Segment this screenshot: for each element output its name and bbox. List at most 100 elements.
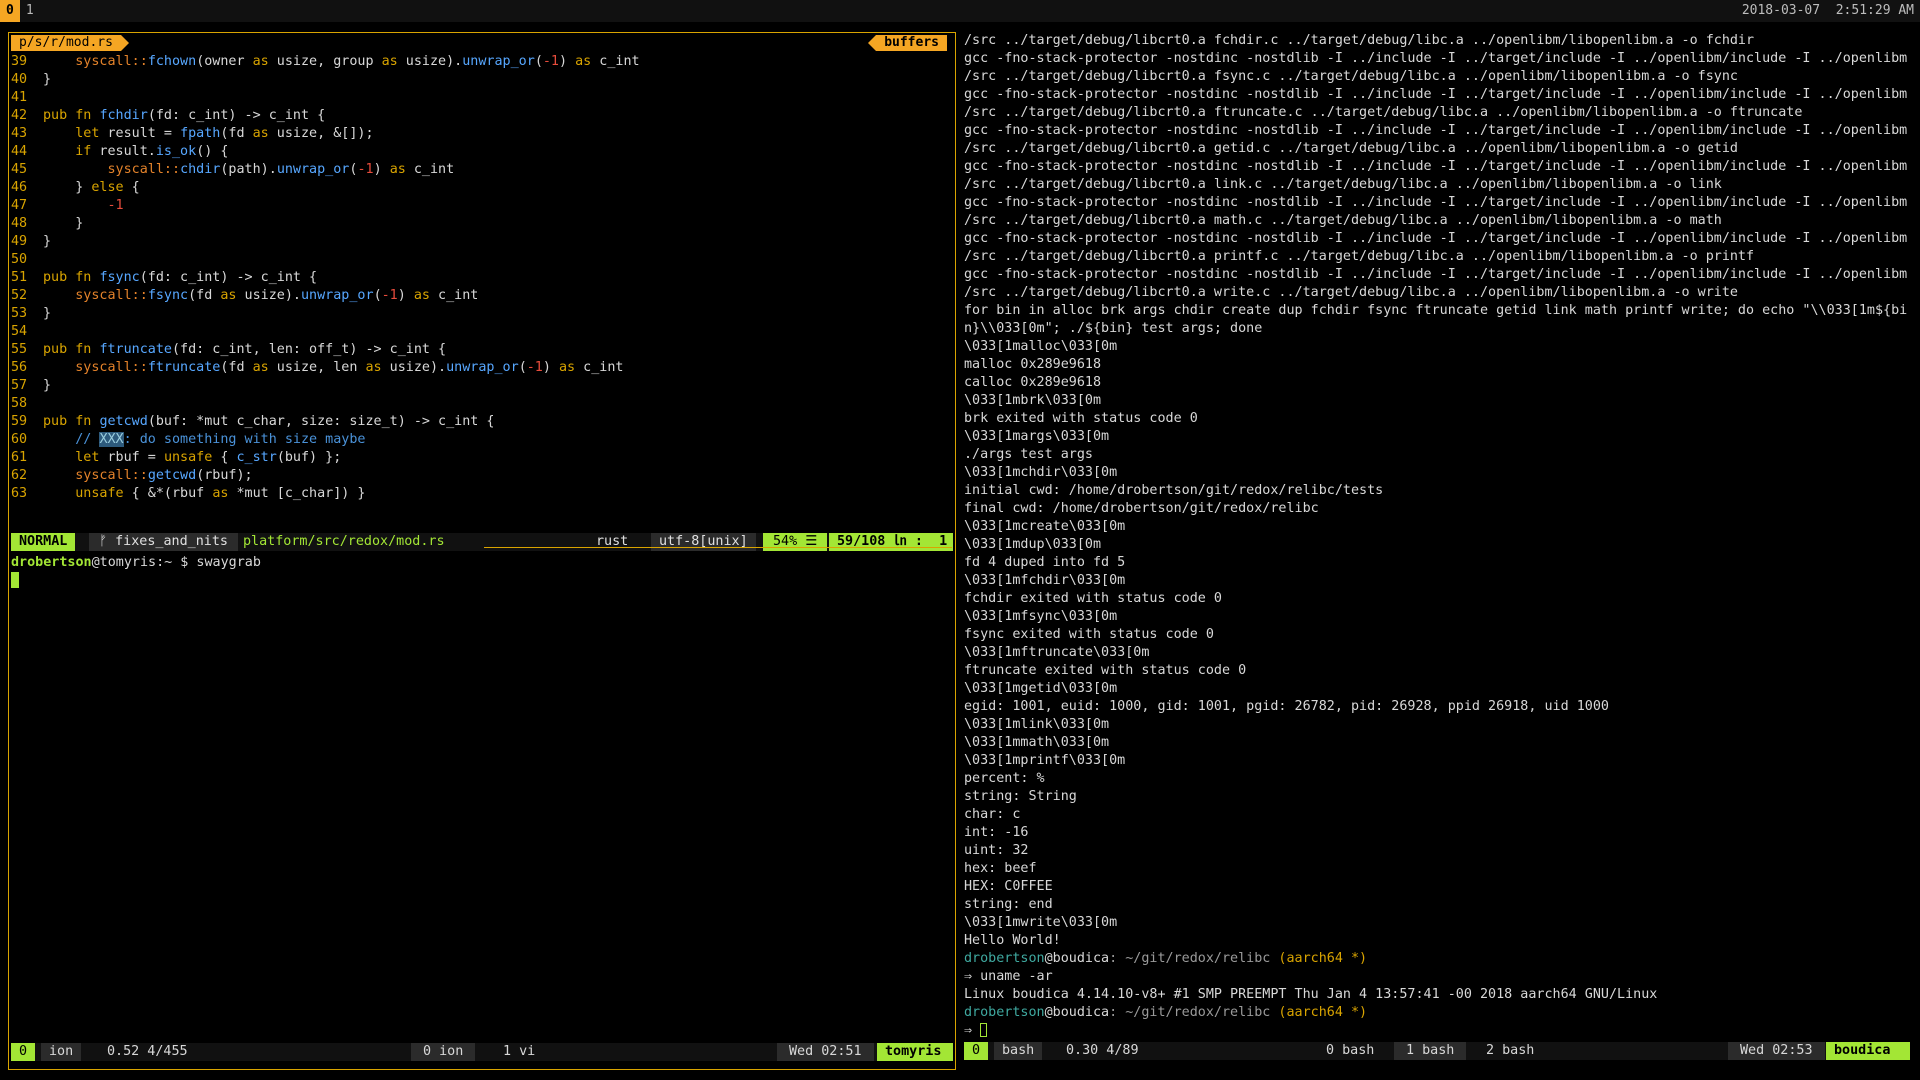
terminal-line: fsync exited with status code 0 [964, 627, 1214, 642]
code-line: 47 -1 [11, 197, 955, 215]
code-text: let result = fpath(fd as usize, &[]); [75, 126, 374, 141]
terminal-line: \033[1mfchdir\033[0m [964, 573, 1126, 588]
left-shell[interactable]: drobertson@tomyris:~ $ swaygrab [11, 554, 955, 590]
tmux-window-2[interactable]: 2 bash [1474, 1042, 1546, 1060]
tmux-window-0[interactable]: 0 bash [1314, 1042, 1386, 1060]
terminal-line: Hello World! [964, 933, 1061, 948]
vim-buffers-label: buffers [868, 35, 947, 51]
terminal-line: HEX: C0FFEE [964, 879, 1053, 894]
workspace-tabs: 0 1 [0, 0, 40, 22]
terminal-line: fchdir exited with status code 0 [964, 591, 1222, 606]
code-text: } [43, 72, 52, 87]
file-encoding: utf-8[unix] [651, 533, 756, 551]
terminal-line: \033[1mcreate\033[0m [964, 519, 1126, 534]
prompt-path: : ~/git/redox/relibc [1109, 951, 1271, 966]
terminal-line: \033[1mfsync\033[0m [964, 609, 1118, 624]
terminal-line: gcc -fno-stack-protector -nostdinc -nost… [964, 123, 1908, 138]
file-type: rust [596, 534, 629, 549]
terminal-line: gcc -fno-stack-protector -nostdinc -nost… [964, 195, 1908, 210]
line-number: 42 [11, 108, 28, 123]
terminal-line: gcc -fno-stack-protector -nostdinc -nost… [964, 51, 1908, 66]
terminal-input-line[interactable]: ⇒ [964, 1022, 1910, 1040]
tmux-session[interactable]: 0 [964, 1042, 989, 1060]
line-number: 52 [11, 288, 28, 303]
terminal-prompt: drobertson@boudica: ~/git/redox/relibc (… [964, 1004, 1910, 1022]
tmux-window-1[interactable]: 1 bash [1394, 1042, 1467, 1060]
workspace-tab-0[interactable]: 0 [0, 0, 20, 22]
code-text: pub fn fsync(fd: c_int) -> c_int { [43, 270, 318, 285]
workspace-tab-1[interactable]: 1 [20, 0, 40, 22]
terminal-line: uint: 32 [964, 843, 1029, 858]
right-terminal-window[interactable]: /src ../target/debug/libcrt0.a fchdir.c … [962, 32, 1912, 1070]
terminal-line: fd 4 duped into fd 5 [964, 555, 1126, 570]
tmux-status-right: 0 bash 0.30 4/89 0 bash 1 bash 2 bash We… [964, 1042, 1910, 1060]
line-number: 62 [11, 468, 28, 483]
vim-tabline: p/s/r/mod.rs buffers [9, 33, 955, 53]
shell-input-line[interactable] [11, 572, 955, 590]
terminal-line: \033[1mgetid\033[0m [964, 681, 1118, 696]
prompt-host: @boudica [1044, 1005, 1110, 1020]
shell-host: @tomyris [91, 555, 157, 570]
line-number: 53 [11, 306, 28, 321]
left-terminal-window[interactable]: p/s/r/mod.rs buffers 39 syscall::fchown(… [8, 32, 956, 1070]
code-line: 62 syscall::getcwd(rbuf); [11, 467, 955, 485]
terminal-line: brk exited with status code 0 [964, 411, 1198, 426]
line-number: 48 [11, 216, 28, 231]
code-line: 63 unsafe { &*(rbuf as *mut [c_char]) } [11, 485, 955, 503]
line-number: 47 [11, 198, 28, 213]
tmux-session[interactable]: 0 [11, 1043, 36, 1061]
text-cursor [980, 1023, 988, 1037]
terminal-line: /src ../target/debug/libcrt0.a fsync.c .… [964, 69, 1738, 84]
terminal-line: \033[1mdup\033[0m [964, 537, 1102, 552]
terminal-line: string: end [964, 897, 1053, 912]
vim-file-tab[interactable]: p/s/r/mod.rs [11, 35, 129, 51]
code-line: 54 [11, 323, 955, 341]
terminal-output[interactable]: /src ../target/debug/libcrt0.a fchdir.c … [964, 32, 1910, 1040]
tmux-window-name: bash [994, 1042, 1043, 1060]
code-editor[interactable]: 39 syscall::fchown(owner as usize, group… [11, 53, 955, 503]
terminal-line: initial cwd: /home/drobertson/git/redox/… [964, 483, 1384, 498]
terminal-line: \033[1mwrite\033[0m [964, 915, 1118, 930]
prompt-user: drobertson [964, 1005, 1045, 1020]
terminal-line: egid: 1001, euid: 1000, gid: 1001, pgid:… [964, 699, 1609, 714]
clock: 2018-03-07 2:51:29 AM [1741, 3, 1914, 18]
shell-command: :~ $ swaygrab [156, 555, 261, 570]
code-line: 57} [11, 377, 955, 395]
terminal-line: int: -16 [964, 825, 1029, 840]
line-number: 43 [11, 126, 28, 141]
tmux-hostname: boudica [1826, 1042, 1910, 1060]
terminal-line: \033[1mlink\033[0m [964, 717, 1110, 732]
line-number: 49 [11, 234, 28, 249]
code-text: if result.is_ok() { [75, 144, 229, 159]
cursor-position: 59/108 ㏑ : 1 [829, 533, 953, 551]
code-text: syscall::fsync(fd as usize).unwrap_or(-1… [75, 288, 479, 303]
tmux-status-left: 0 ion 0.52 4/455 0 ion 1 vi Wed 02:51 to… [11, 1043, 953, 1061]
tmux-window-1[interactable]: 1 vi [491, 1043, 547, 1061]
terminal-line: /src ../target/debug/libcrt0.a getid.c .… [964, 141, 1738, 156]
line-number: 50 [11, 252, 28, 267]
code-text: unsafe { &*(rbuf as *mut [c_char]) } [75, 486, 366, 501]
code-text: -1 [107, 198, 124, 213]
code-line: 43 let result = fpath(fd as usize, &[]); [11, 125, 955, 143]
line-number: 41 [11, 90, 28, 105]
terminal-line: /src ../target/debug/libcrt0.a link.c ..… [964, 177, 1722, 192]
code-line: 46 } else { [11, 179, 955, 197]
terminal-line: hex: beef [964, 861, 1037, 876]
prompt-host: @boudica [1044, 951, 1110, 966]
terminal-line: gcc -fno-stack-protector -nostdinc -nost… [964, 159, 1908, 174]
code-line: 60 // XXX: do something with size maybe [11, 431, 955, 449]
terminal-line: Linux boudica 4.14.10-v8+ #1 SMP PREEMPT… [964, 987, 1658, 1002]
line-number: 44 [11, 144, 28, 159]
code-line: 51 pub fn fsync(fd: c_int) -> c_int { [11, 269, 955, 287]
tmux-window-0[interactable]: 0 ion [411, 1043, 476, 1061]
file-path: platform/src/redox/mod.rs [243, 534, 445, 549]
code-text: syscall::getcwd(rbuf); [75, 468, 253, 483]
code-text: } [43, 306, 52, 321]
terminal-line: calloc 0x289e9618 [964, 375, 1102, 390]
code-line: 39 syscall::fchown(owner as usize, group… [11, 53, 955, 71]
terminal-line: /src ../target/debug/libcrt0.a printf.c … [964, 249, 1755, 264]
terminal-line: \033[1margs\033[0m [964, 429, 1110, 444]
pane-divider [484, 547, 952, 548]
code-text: } [43, 378, 52, 393]
code-text: syscall::chdir(path).unwrap_or(-1) as c_… [107, 162, 455, 177]
